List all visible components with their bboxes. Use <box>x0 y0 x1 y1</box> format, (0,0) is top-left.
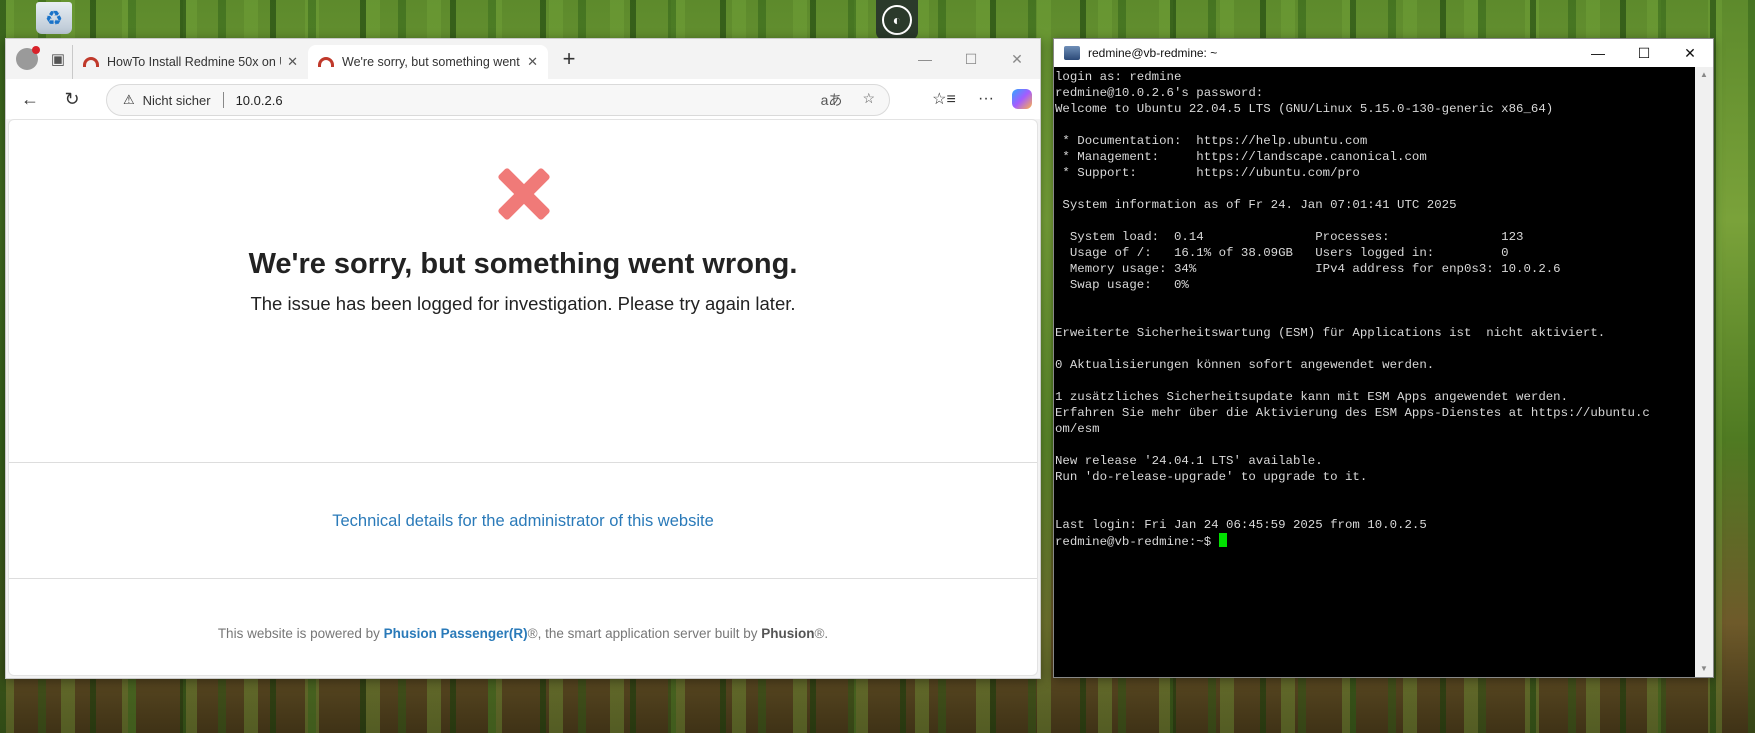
address-separator <box>222 92 224 108</box>
profile-avatar[interactable] <box>16 46 40 70</box>
divider <box>9 578 1037 579</box>
new-tab-button[interactable]: + <box>554 44 584 74</box>
app-glyph-icon: ◐ <box>882 5 912 35</box>
close-window-icon[interactable]: ✕ <box>1667 39 1713 67</box>
phusion-name: Phusion <box>761 626 815 641</box>
terminal-line: Memory usage: 34% IPv4 address for enp0s… <box>1055 262 1561 276</box>
redmine-favicon-icon <box>318 57 334 67</box>
address-actions: aあ ☆ <box>821 90 875 110</box>
read-aloud-icon[interactable]: aあ <box>821 90 843 110</box>
reload-button[interactable]: ↻ <box>54 83 90 115</box>
more-menu-icon[interactable]: ··· <box>970 83 1002 115</box>
terminal-window-controls: — ☐ ✕ <box>1575 39 1713 67</box>
powered-suffix: ®. <box>814 626 829 641</box>
tab-actions-icon[interactable]: ▣ <box>44 45 72 73</box>
tab-redmine-howto[interactable]: HowTo Install Redmine 50x on Ubu ✕ <box>72 45 308 79</box>
terminal-titlebar[interactable]: redmine@vb-redmine: ~ — ☐ ✕ <box>1054 39 1713 67</box>
maximize-icon[interactable]: ☐ <box>948 39 994 79</box>
redmine-favicon-icon <box>83 57 99 67</box>
terminal-prompt[interactable]: redmine@vb-redmine:~$ <box>1055 533 1695 550</box>
close-tab-icon[interactable]: ✕ <box>287 54 298 70</box>
technical-details-link[interactable]: Technical details for the administrator … <box>9 512 1037 531</box>
terminal-title: redmine@vb-redmine: ~ <box>1088 46 1218 60</box>
toolbar-tools: ☆≡ ··· <box>928 83 1032 115</box>
tab-bar: ▣ HowTo Install Redmine 50x on Ubu ✕ We'… <box>6 39 1040 79</box>
terminal-line: login as: redmine <box>1055 70 1182 84</box>
terminal-line: 0 Aktualisierungen können sofort angewen… <box>1055 358 1435 372</box>
terminal-line: System load: 0.14 Processes: 123 <box>1055 230 1524 244</box>
terminal-line: Last login: Fri Jan 24 06:45:59 2025 fro… <box>1055 518 1427 532</box>
browser-toolbar: ← ↻ ⚠ Nicht sicher 10.0.2.6 aあ ☆ ☆≡ ··· <box>6 79 1040 119</box>
terminal-cursor <box>1218 533 1227 547</box>
terminal-output[interactable]: login as: redmine redmine@10.0.2.6's pass… <box>1054 67 1695 677</box>
tab-error-page[interactable]: We're sorry, but something went w ✕ <box>308 45 548 79</box>
terminal-line: 1 zusätzliches Sicherheitsupdate kann mi… <box>1055 390 1569 404</box>
favorite-star-icon[interactable]: ☆ <box>862 90 875 110</box>
tab-title: We're sorry, but something went w <box>342 55 522 69</box>
tab-title: HowTo Install Redmine 50x on Ubu <box>107 55 281 69</box>
terminal-line: Erfahren Sie mehr über die Aktivierung d… <box>1055 406 1650 420</box>
terminal-line: Welcome to Ubuntu 22.04.5 LTS (GNU/Linux… <box>1055 102 1554 116</box>
terminal-line: * Documentation: https://help.ubuntu.com <box>1055 134 1368 148</box>
scroll-down-icon[interactable]: ▼ <box>1695 661 1713 677</box>
prompt-text: redmine@vb-redmine:~$ <box>1055 535 1219 549</box>
divider <box>9 462 1037 463</box>
minimize-icon[interactable]: — <box>1575 39 1621 67</box>
terminal-line: * Management: https://landscape.canonica… <box>1055 150 1427 164</box>
terminal-line: New release '24.04.1 LTS' available. <box>1055 454 1323 468</box>
passenger-link[interactable]: Phusion Passenger(R) <box>384 626 528 641</box>
url-text[interactable]: 10.0.2.6 <box>236 93 283 108</box>
copilot-icon[interactable] <box>1012 89 1032 109</box>
terminal-line: Erweiterte Sicherheitswartung (ESM) für … <box>1055 326 1606 340</box>
warning-icon[interactable]: ⚠ <box>123 92 135 108</box>
terminal-line: Run 'do-release-upgrade' to upgrade to i… <box>1055 470 1368 484</box>
terminal-line: Usage of /: 16.1% of 38.09GB Users logge… <box>1055 246 1509 260</box>
window-controls: — ☐ ✕ <box>902 39 1040 79</box>
scroll-up-icon[interactable]: ▲ <box>1695 67 1713 83</box>
terminal-line: System information as of Fr 24. Jan 07:0… <box>1055 198 1457 212</box>
terminal-line: Swap usage: 0% <box>1055 278 1189 292</box>
powered-prefix: This website is powered by <box>217 626 384 641</box>
back-button[interactable]: ← <box>12 83 48 115</box>
close-window-icon[interactable]: ✕ <box>994 39 1040 79</box>
powered-by-footer: This website is powered by Phusion Passe… <box>9 626 1037 641</box>
close-tab-icon[interactable]: ✕ <box>527 54 538 70</box>
terminal-line: * Support: https://ubuntu.com/pro <box>1055 166 1360 180</box>
remote-app-icon[interactable]: ◐ <box>876 0 918 40</box>
page-content: We're sorry, but something went wrong. T… <box>8 119 1038 676</box>
minimize-icon[interactable]: — <box>902 39 948 79</box>
terminal-window: redmine@vb-redmine: ~ — ☐ ✕ login as: re… <box>1053 38 1714 678</box>
terminal-line: redmine@10.0.2.6's password: <box>1055 86 1264 100</box>
favorites-icon[interactable]: ☆≡ <box>928 83 960 115</box>
maximize-icon[interactable]: ☐ <box>1621 39 1667 67</box>
security-label[interactable]: Nicht sicher <box>143 93 211 108</box>
error-x-icon <box>499 168 549 218</box>
address-bar[interactable]: ⚠ Nicht sicher 10.0.2.6 aあ ☆ <box>106 84 890 116</box>
recycle-bin-icon[interactable]: ♻ <box>36 2 72 34</box>
powered-middle: ®, the smart application server built by <box>527 626 762 641</box>
error-message: The issue has been logged for investigat… <box>250 293 796 314</box>
browser-window: ▣ HowTo Install Redmine 50x on Ubu ✕ We'… <box>5 38 1041 679</box>
error-heading: We're sorry, but something went wrong. <box>248 248 798 280</box>
terminal-scrollbar[interactable]: ▲ ▼ <box>1695 67 1713 677</box>
terminal-line: om/esm <box>1055 422 1100 436</box>
putty-icon[interactable] <box>1064 46 1080 60</box>
